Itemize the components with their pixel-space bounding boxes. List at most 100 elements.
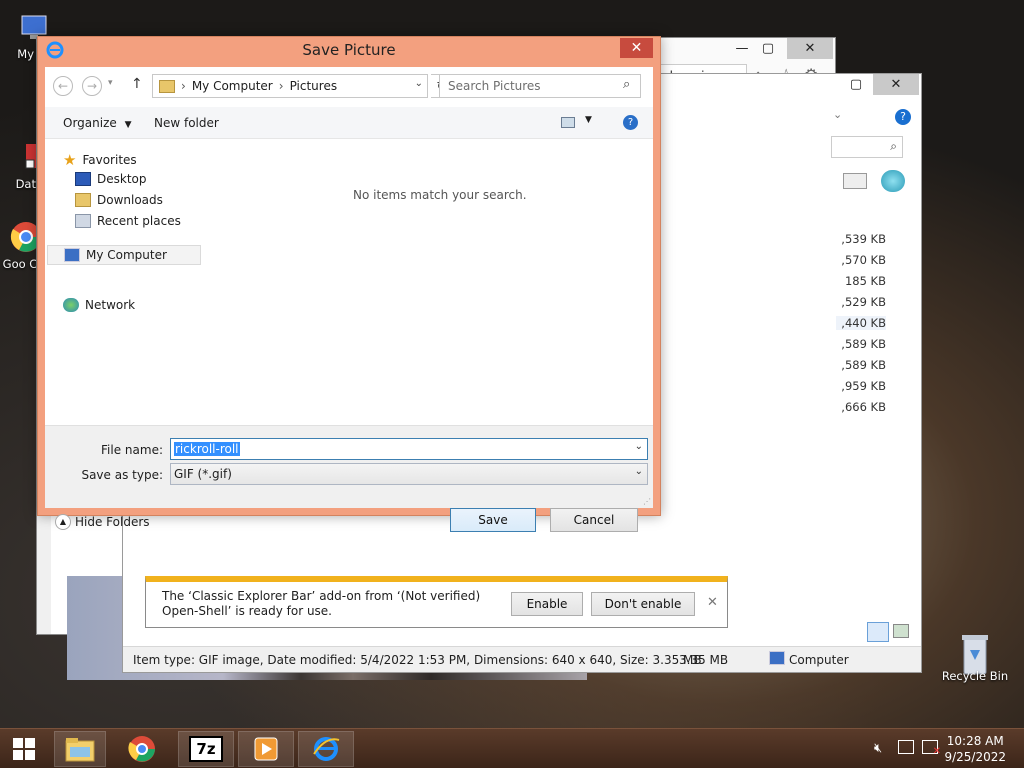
explorer-search-input[interactable]: ⌕ (831, 136, 903, 158)
details-view-icon[interactable] (867, 622, 889, 642)
star-icon: ★ (63, 151, 77, 169)
close-icon: ✕ (630, 40, 643, 56)
folder-icon (159, 79, 175, 93)
nav-favorites[interactable]: ★ Favorites (63, 151, 137, 169)
dialog-toolbar: Organize ▼ New folder ▼ ? (45, 107, 653, 139)
desktop-icon-recycle-bin[interactable]: Recycle Bin (940, 632, 1010, 683)
ie-maximize-button[interactable]: ▢ (755, 38, 781, 59)
explorer-maximize-button[interactable]: ▢ (843, 74, 869, 95)
search-input[interactable]: Search Pictures (439, 74, 641, 98)
nav-downloads[interactable]: Downloads (75, 193, 163, 207)
dialog-body: ← → ▾ ↑ › My Computer › Pictures ⌄ ↻ Sea… (45, 67, 653, 532)
forward-arrow-icon: → (86, 79, 98, 93)
breadcrumb-pictures[interactable]: Pictures (290, 79, 338, 93)
recent-locations-button[interactable]: ▾ (108, 78, 113, 88)
chrome-icon (128, 736, 155, 762)
save-as-type-select[interactable]: GIF (*.gif) ⌄ (170, 463, 648, 485)
volume-muted-icon[interactable]: 🔇︎ (874, 741, 882, 756)
dialog-close-button[interactable]: ✕ (620, 38, 653, 58)
address-bar[interactable]: › My Computer › Pictures ⌄ (152, 74, 428, 98)
shell-icon[interactable] (881, 170, 905, 192)
help-icon[interactable]: ? (623, 115, 638, 130)
chevron-down-icon[interactable]: ▼ (585, 115, 592, 125)
taskbar-file-explorer[interactable] (54, 731, 106, 767)
help-icon[interactable]: ? (895, 109, 911, 125)
ie-close-button[interactable]: ✕ (787, 38, 833, 59)
nav-network[interactable]: Network (63, 298, 135, 312)
hide-folders-button[interactable]: ▲ Hide Folders (55, 514, 150, 530)
file-size: ,666 KB (841, 400, 886, 414)
back-button[interactable]: ← (53, 76, 73, 96)
nav-favorites-label: Favorites (82, 153, 137, 167)
organize-label: Organize (63, 116, 117, 130)
breadcrumb-separator-icon: › (278, 79, 284, 93)
nav-recent-places[interactable]: Recent places (75, 214, 181, 228)
ie-minimize-button[interactable]: — (729, 38, 755, 59)
file-size: ,570 KB (841, 253, 886, 267)
taskbar-chrome[interactable] (118, 731, 166, 767)
computer-icon (64, 248, 80, 262)
hide-folders-label: Hide Folders (75, 515, 150, 529)
nav-recent-label: Recent places (97, 214, 181, 228)
folder-icon (65, 738, 95, 762)
chevron-down-icon[interactable]: ⌄ (635, 441, 643, 452)
thumbnails-view-icon[interactable] (893, 624, 909, 638)
preview-pane-icon[interactable] (843, 173, 867, 189)
file-size: ,529 KB (841, 295, 886, 309)
clock-time: 10:28 AM (946, 734, 1004, 748)
network-status-icon[interactable] (898, 740, 914, 754)
file-size: 185 KB (844, 274, 886, 288)
up-button[interactable]: ↑ (131, 76, 143, 92)
start-button[interactable] (0, 731, 48, 767)
search-icon: ⌕ (623, 77, 631, 92)
file-name-label: File name: (101, 443, 163, 457)
recent-places-icon (75, 214, 91, 228)
nav-my-computer[interactable]: My Computer (47, 245, 201, 265)
search-icon: ⌕ (890, 139, 897, 153)
system-clock[interactable]: 10:28 AM 9/25/2022 (944, 733, 1006, 765)
view-options-icon[interactable] (561, 117, 575, 128)
explorer-close-button[interactable]: ✕ (873, 74, 919, 95)
dont-enable-button[interactable]: Don't enable (591, 592, 695, 616)
file-size: ,589 KB (841, 337, 886, 351)
status-size: 3.35 MB (679, 653, 729, 667)
network-icon (63, 298, 79, 312)
forward-button[interactable]: → (82, 76, 102, 96)
empty-message: No items match your search. (353, 188, 527, 202)
chevron-up-icon: ▲ (55, 514, 71, 530)
new-folder-button[interactable]: New folder (154, 116, 219, 130)
breadcrumb-my-computer[interactable]: My Computer (192, 79, 273, 93)
taskbar-media-player[interactable] (238, 731, 294, 767)
desktop-icon-label: Recycle Bin (941, 669, 1009, 683)
close-icon[interactable]: ✕ (707, 595, 718, 610)
file-size: ,539 KB (841, 232, 886, 246)
taskbar-7zip[interactable]: 7z (178, 731, 234, 767)
nav-desktop-label: Desktop (97, 172, 147, 186)
save-options-pane: File name: rickroll-roll ⌄ Save as type:… (45, 425, 653, 532)
enable-button[interactable]: Enable (511, 592, 583, 616)
nav-desktop[interactable]: Desktop (75, 172, 147, 186)
resize-grip-icon[interactable]: ⋰ (643, 497, 651, 506)
chevron-down-icon[interactable]: ⌄ (833, 108, 842, 121)
status-location: Computer (789, 653, 849, 667)
seven-zip-icon: 7z (189, 736, 223, 762)
chevron-down-icon: ⌄ (634, 466, 643, 477)
taskbar-internet-explorer[interactable] (298, 731, 354, 767)
notification-message: The ‘Classic Explorer Bar’ add-on from ‘… (162, 589, 480, 619)
windows-logo-icon (13, 738, 35, 760)
status-bar: Item type: GIF image, Date modified: 5/4… (123, 646, 921, 672)
desktop-icon (75, 172, 91, 186)
file-size: ,589 KB (841, 358, 886, 372)
save-button[interactable]: Save (450, 508, 536, 532)
save-as-type-label: Save as type: (81, 468, 163, 482)
save-picture-dialog: Save Picture ✕ ← → ▾ ↑ › My Computer › P… (37, 36, 661, 532)
organize-button[interactable]: Organize ▼ (63, 116, 132, 130)
cancel-button[interactable]: Cancel (550, 508, 638, 532)
file-name-value: rickroll-roll (174, 442, 240, 456)
clock-date: 9/25/2022 (944, 750, 1006, 764)
computer-icon (769, 651, 785, 665)
chevron-down-icon[interactable]: ⌄ (415, 78, 423, 89)
action-center-icon[interactable]: ✕ (922, 740, 941, 757)
file-name-input[interactable]: rickroll-roll ⌄ (170, 438, 648, 460)
back-arrow-icon: ← (57, 79, 69, 93)
